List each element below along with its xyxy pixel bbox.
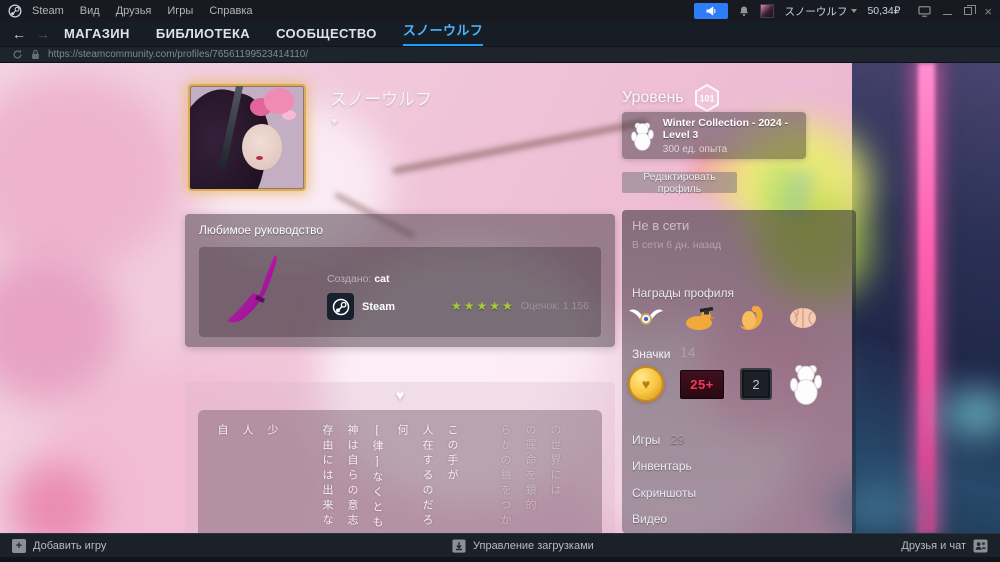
- lyrics-column: 何: [396, 424, 408, 439]
- title-bar: Steam Вид Друзья Игры Справка スノーウルフ 50,…: [0, 0, 1000, 22]
- tab-profile[interactable]: スノーウルフ: [402, 16, 484, 46]
- steam-logo-icon: [8, 4, 22, 18]
- lyrics-column: 存由には出来な: [321, 424, 333, 529]
- last-online-text: В сети 6 дн. назад: [632, 239, 722, 251]
- lyrics-column: 人在するのだろ: [421, 424, 433, 529]
- svg-text:101: 101: [699, 94, 714, 104]
- add-game-button[interactable]: + Добавить игру: [12, 534, 106, 558]
- guide-app-chip[interactable]: Steam: [327, 293, 395, 320]
- star-rating: ★★★★★: [450, 299, 515, 313]
- sidebar-item-inventory[interactable]: Инвентарь: [632, 459, 702, 473]
- lyrics-column: の運命を鎖的: [524, 424, 536, 514]
- titlebar-username[interactable]: スノーウルフ: [784, 4, 858, 19]
- tab-store[interactable]: МАГАЗИН: [64, 22, 130, 46]
- gummy-bear-icon: [631, 122, 654, 151]
- games-count: 29: [670, 432, 685, 447]
- guide-author: cat: [374, 273, 390, 285]
- artwork-showcase-panel: ♥ 自 人 少 存由には出来な 神は自らの意志 [律]なくとも 何 人在するのだ…: [185, 382, 615, 533]
- tab-library[interactable]: БИБЛИОТЕКА: [156, 22, 250, 46]
- graduate-duck-award-icon[interactable]: [682, 303, 716, 333]
- download-icon: [452, 539, 466, 553]
- guide-panel-title: Любимое руководство: [199, 223, 324, 237]
- lyrics-column: [律]なくとも: [371, 424, 383, 531]
- vertical-text-artwork[interactable]: 自 人 少 存由には出来な 神は自らの意志 [律]なくとも 何 人在するのだろ …: [198, 410, 602, 533]
- url-bar: https://steamcommunity.com/profiles/7656…: [0, 46, 1000, 63]
- featured-badge-xp: 300 ед. опыта: [662, 143, 728, 155]
- mini-avatar[interactable]: [760, 4, 775, 18]
- lyrics-column: 少: [266, 424, 278, 439]
- manage-downloads-button[interactable]: Управление загрузками: [452, 534, 594, 558]
- ratings-count: Оценок: 1 156: [520, 300, 589, 312]
- brain-award-icon[interactable]: [786, 304, 820, 332]
- badges-label[interactable]: Значки: [632, 347, 671, 361]
- nav-bar: ← → МАГАЗИН БИБЛИОТЕКА СООБЩЕСТВО スノーウルフ: [0, 22, 1000, 46]
- wings-award-icon[interactable]: [628, 303, 664, 333]
- kangaroo-award-icon[interactable]: [734, 302, 768, 334]
- featured-badge-title: Winter Collection - 2024 - Level 3: [662, 116, 789, 141]
- forward-arrow-icon[interactable]: →: [36, 26, 50, 42]
- friends-icon: [973, 539, 988, 553]
- profile-avatar[interactable]: [188, 84, 306, 191]
- lock-icon: [32, 49, 39, 59]
- silhouette-art: [832, 63, 1000, 533]
- footer-bar: + Добавить игру Управление загрузками Др…: [0, 533, 1000, 562]
- back-arrow-icon[interactable]: ←: [12, 26, 26, 42]
- gold-coin-badge[interactable]: ♥: [628, 366, 664, 402]
- plus-icon: +: [12, 539, 26, 553]
- lyrics-column: の世界には: [549, 424, 561, 499]
- knife-image: [227, 255, 277, 323]
- notifications-bell-icon[interactable]: [738, 5, 750, 17]
- lyrics-column: 自: [216, 424, 228, 439]
- lyrics-column: らかの鎖をつか: [499, 424, 511, 529]
- address-field[interactable]: https://steamcommunity.com/profiles/7656…: [48, 49, 308, 60]
- steam-client-window: Steam Вид Друзья Игры Справка スノーウルフ 50,…: [0, 0, 1000, 562]
- badges-count: 14: [680, 344, 696, 360]
- badge-icons-row: ♥ 25+ 2: [628, 362, 824, 406]
- lyrics-column: この手が: [446, 424, 458, 484]
- guide-author-line: Создано: cat: [327, 273, 390, 285]
- profile-page: スノーウルフ ♥ Уровень 101 Winter Collection -…: [0, 63, 1000, 533]
- friends-chat-button[interactable]: Друзья и чат: [901, 534, 988, 558]
- steam-app-icon: [327, 293, 354, 320]
- tab-community[interactable]: СООБЩЕСТВО: [276, 22, 377, 46]
- edit-profile-button[interactable]: Редактировать профиль: [622, 171, 737, 195]
- level-2-badge[interactable]: 2: [740, 368, 772, 400]
- guide-app-name: Steam: [362, 300, 396, 313]
- restore-button[interactable]: [964, 5, 977, 15]
- level-hexagon-badge: 101: [694, 84, 719, 112]
- announcements-button[interactable]: [694, 3, 729, 19]
- years-of-service-badge[interactable]: 25+: [680, 369, 724, 399]
- guide-showcase[interactable]: Создано: cat Steam ★★★★★ Оценок: 1 156: [199, 247, 601, 337]
- wallet-balance[interactable]: 50,34₽: [867, 5, 900, 17]
- refresh-icon[interactable]: [12, 49, 23, 60]
- menu-view[interactable]: Вид: [72, 5, 108, 17]
- lyrics-column: 人: [241, 424, 253, 439]
- heart-icon: ♥: [395, 387, 405, 403]
- heart-icon: ♥: [331, 116, 338, 128]
- featured-badge[interactable]: Winter Collection - 2024 - Level 3 300 е…: [622, 112, 806, 159]
- menu-friends[interactable]: Друзья: [108, 5, 160, 17]
- big-picture-icon[interactable]: [918, 5, 932, 17]
- minimize-button[interactable]: [943, 13, 953, 15]
- close-button[interactable]: ×: [984, 5, 992, 18]
- megaphone-icon: [706, 6, 716, 16]
- menu-steam[interactable]: Steam: [24, 5, 72, 17]
- app-menu: Steam Вид Друзья Игры Справка: [8, 4, 261, 18]
- profile-sidebar: Не в сети В сети 6 дн. назад Награды про…: [622, 210, 856, 533]
- profile-name: スノーウルフ: [330, 90, 432, 109]
- online-status: Не в сети: [632, 218, 690, 233]
- sidebar-item-games[interactable]: Игры 29: [632, 432, 685, 447]
- menu-games[interactable]: Игры: [159, 5, 201, 17]
- lyrics-column: 神は自らの意志: [346, 424, 358, 529]
- sidebar-item-videos[interactable]: Видео: [632, 512, 677, 526]
- chevron-down-icon: [851, 9, 858, 13]
- gummy-bear-badge[interactable]: [788, 362, 824, 406]
- level-label: Уровень: [622, 89, 684, 106]
- menu-help[interactable]: Справка: [201, 5, 260, 17]
- favorite-guide-panel: Любимое руководство Создано: cat Steam ★…: [185, 214, 615, 347]
- profile-awards-label: Награды профиля: [632, 286, 734, 300]
- sidebar-item-screenshots[interactable]: Скриншоты: [632, 486, 706, 500]
- award-icons-row: [628, 302, 820, 334]
